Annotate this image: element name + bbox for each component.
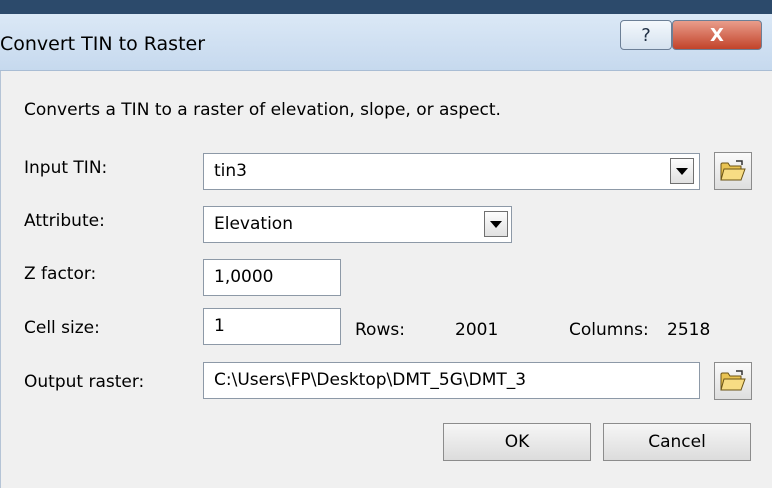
attribute-value: Elevation xyxy=(214,214,293,234)
ok-button[interactable]: OK xyxy=(443,423,591,461)
z-factor-value: 1,0000 xyxy=(214,267,274,287)
input-tin-dropdown-button[interactable] xyxy=(670,158,694,184)
dialog-description: Converts a TIN to a raster of elevation,… xyxy=(24,100,501,120)
attribute-label: Attribute: xyxy=(24,211,105,231)
window-title: Convert TIN to Raster xyxy=(0,33,206,55)
help-button[interactable]: ? xyxy=(620,20,672,50)
cell-size-input[interactable]: 1 xyxy=(203,308,341,345)
cancel-button[interactable]: Cancel xyxy=(603,423,751,461)
close-icon: X xyxy=(710,24,724,46)
close-button[interactable]: X xyxy=(672,20,762,50)
folder-open-icon xyxy=(720,370,746,391)
cell-size-label: Cell size: xyxy=(24,318,100,338)
window-top-strip xyxy=(0,0,772,14)
chevron-down-icon xyxy=(676,167,688,175)
output-raster-label: Output raster: xyxy=(24,372,145,392)
input-tin-value: tin3 xyxy=(214,161,247,181)
input-tin-label: Input TIN: xyxy=(24,158,108,178)
columns-label: Columns: xyxy=(569,320,649,340)
output-raster-input[interactable]: C:\Users\FP\Desktop\DMT_5G\DMT_3 xyxy=(203,362,700,399)
output-raster-browse-button[interactable] xyxy=(714,362,752,400)
ok-button-label: OK xyxy=(504,432,530,452)
title-bar[interactable]: Convert TIN to Raster ? X xyxy=(0,14,772,71)
columns-value: 2518 xyxy=(667,320,711,340)
z-factor-input[interactable]: 1,0000 xyxy=(203,259,341,296)
output-raster-value: C:\Users\FP\Desktop\DMT_5G\DMT_3 xyxy=(214,370,527,390)
help-icon: ? xyxy=(641,24,651,46)
rows-label: Rows: xyxy=(355,320,405,340)
cell-size-value: 1 xyxy=(214,316,225,336)
rows-value: 2001 xyxy=(455,320,499,340)
input-tin-browse-button[interactable] xyxy=(714,152,752,190)
cancel-button-label: Cancel xyxy=(648,432,706,452)
attribute-dropdown-button[interactable] xyxy=(484,211,508,237)
z-factor-label: Z factor: xyxy=(24,264,97,284)
attribute-dropdown[interactable]: Elevation xyxy=(203,206,512,243)
input-tin-dropdown[interactable]: tin3 xyxy=(203,153,700,190)
folder-open-icon xyxy=(720,160,746,181)
chevron-down-icon xyxy=(490,220,502,228)
